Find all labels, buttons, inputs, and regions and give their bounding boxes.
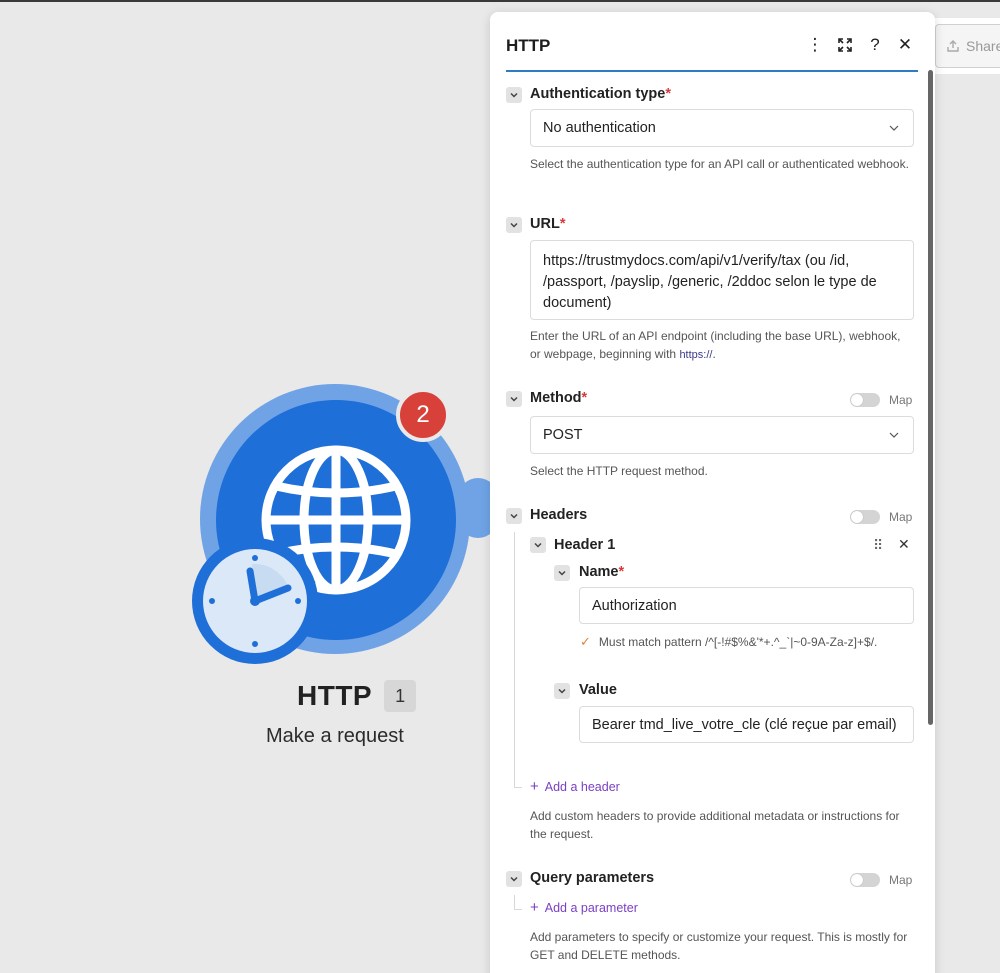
method-help: Select the HTTP request method.	[530, 464, 708, 478]
query-map-label: Map	[889, 873, 913, 887]
method-select[interactable]: POST	[530, 416, 914, 454]
chevron-down-icon	[889, 125, 899, 131]
expand-icon[interactable]	[836, 34, 854, 56]
auth-type-select[interactable]: No authentication	[530, 109, 914, 147]
url-help-code: https://	[679, 349, 713, 361]
share-label: Share	[966, 38, 1000, 54]
chevron-down-icon	[558, 688, 566, 694]
panel-scrollbar[interactable]	[928, 70, 933, 725]
close-icon[interactable]: ✕	[896, 34, 914, 56]
toggle-knob	[851, 394, 863, 406]
clock-icon	[192, 538, 318, 664]
url-label-text: URL	[530, 216, 560, 232]
method-map-label: Map	[889, 393, 913, 407]
name-collapse-toggle[interactable]	[554, 565, 570, 581]
chevron-down-icon	[889, 432, 899, 438]
header1-collapse-toggle[interactable]	[530, 537, 546, 553]
share-button[interactable]: Share	[935, 24, 1000, 68]
chevron-down-icon	[534, 542, 542, 548]
query-tree-line	[514, 895, 515, 909]
share-icon	[947, 40, 959, 52]
pattern-text: Must match pattern /^[-!#$%&'*+.^_`|~0-9…	[598, 635, 878, 649]
required-marker: *	[618, 564, 625, 580]
chevron-down-icon	[510, 513, 518, 519]
url-input[interactable]: https://trustmydocs.com/api/v1/verify/ta…	[530, 240, 914, 320]
method-label: Method*	[530, 390, 587, 406]
required-marker: *	[581, 390, 588, 406]
add-header-button[interactable]: + Add a header	[530, 778, 620, 795]
value-collapse-toggle[interactable]	[554, 683, 570, 699]
url-collapse-toggle[interactable]	[506, 217, 522, 233]
chevron-down-icon	[510, 396, 518, 402]
auth-label: Authentication type*	[530, 86, 671, 102]
module-title: HTTP	[297, 680, 373, 711]
value-label: Value	[579, 682, 617, 698]
chevron-down-icon	[510, 92, 518, 98]
panel-title: HTTP	[506, 36, 551, 55]
method-value: POST	[543, 427, 583, 443]
query-tree-branch	[514, 909, 522, 910]
headers-map-label: Map	[889, 510, 913, 524]
header-name-input[interactable]: Authorization	[579, 587, 914, 624]
chevron-down-icon	[510, 222, 518, 228]
panel-header: HTTP ⋮ ? ✕	[506, 32, 918, 72]
module-subtitle: Make a request	[266, 725, 404, 747]
url-value: https://trustmydocs.com/api/v1/verify/ta…	[543, 253, 877, 311]
required-marker: *	[559, 216, 566, 232]
headers-map-toggle[interactable]	[850, 510, 880, 524]
http-settings-panel: HTTP ⋮ ? ✕ Authentication type* No authe…	[490, 12, 935, 973]
headers-tree-line	[514, 532, 515, 787]
chevron-down-icon	[558, 570, 566, 576]
module-id-badge: 1	[384, 680, 417, 712]
query-label: Query parameters	[530, 870, 655, 886]
error-count-badge[interactable]: 2	[396, 388, 450, 442]
add-header-label: Add a header	[544, 779, 620, 794]
headers-tree-branch	[514, 787, 522, 788]
method-map-toggle[interactable]	[850, 393, 880, 407]
remove-header-icon[interactable]: ✕	[898, 536, 910, 553]
pattern-hint: ✓ Must match pattern /^[-!#$%&'*+.^_`|~0…	[580, 634, 877, 650]
check-icon: ✓	[580, 634, 591, 649]
auth-collapse-toggle[interactable]	[506, 87, 522, 103]
url-help: Enter the URL of an API endpoint (includ…	[530, 327, 910, 364]
auth-label-text: Authentication type	[530, 86, 666, 102]
add-parameter-label: Add a parameter	[544, 900, 638, 915]
help-icon[interactable]: ?	[866, 34, 884, 56]
more-vertical-icon[interactable]: ⋮	[806, 34, 824, 56]
add-parameter-button[interactable]: + Add a parameter	[530, 899, 638, 916]
query-help: Add parameters to specify or customize y…	[530, 930, 908, 962]
toggle-knob	[851, 874, 863, 886]
headers-help: Add custom headers to provide additional…	[530, 809, 900, 841]
name-label-text: Name	[579, 564, 619, 580]
http-module[interactable]: 2 HTTP 1 Make a request	[0, 0, 498, 973]
url-help-suffix: .	[712, 347, 716, 361]
query-map-toggle[interactable]	[850, 873, 880, 887]
drag-handle-icon[interactable]: ⠿	[873, 537, 883, 554]
headers-label: Headers	[530, 507, 588, 523]
auth-type-value: No authentication	[543, 120, 656, 136]
header-value-value: Bearer tmd_live_votre_cle (clé reçue par…	[592, 716, 897, 733]
required-marker: *	[665, 86, 671, 102]
chevron-down-icon	[510, 876, 518, 882]
method-label-text: Method	[530, 390, 582, 406]
auth-help: Select the authentication type for an AP…	[530, 157, 909, 171]
header-name-value: Authorization	[592, 597, 677, 614]
plus-icon: +	[530, 778, 539, 795]
header1-label: Header 1	[554, 537, 616, 553]
url-label: URL*	[530, 216, 565, 232]
method-collapse-toggle[interactable]	[506, 391, 522, 407]
name-label: Name*	[579, 564, 624, 580]
headers-collapse-toggle[interactable]	[506, 508, 522, 524]
plus-icon: +	[530, 899, 539, 916]
header-value-input[interactable]: Bearer tmd_live_votre_cle (clé reçue par…	[579, 706, 914, 743]
query-collapse-toggle[interactable]	[506, 871, 522, 887]
toggle-knob	[851, 511, 863, 523]
